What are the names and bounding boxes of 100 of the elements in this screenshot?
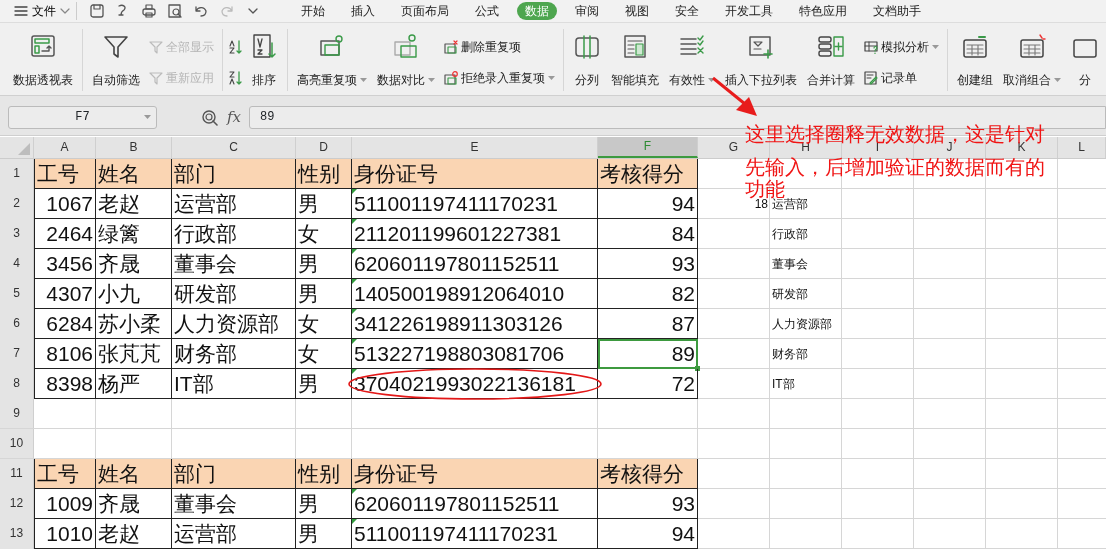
- column-title: 考核得分: [598, 459, 698, 489]
- funnel-icon: [102, 33, 130, 61]
- table-cell: 511001197411170231: [352, 189, 598, 219]
- table-cell: 董事会: [172, 249, 296, 279]
- table-cell: 3456: [34, 249, 96, 279]
- table-cell: 18: [754, 198, 768, 210]
- ungroup-icon: [1018, 33, 1046, 61]
- column-header[interactable]: L: [1078, 142, 1085, 153]
- ribbon-button[interactable]: 创建组: [954, 29, 996, 91]
- ribbon-tab[interactable]: 页面布局: [393, 2, 457, 20]
- ribbon-button[interactable]: 数据透视表: [10, 29, 76, 91]
- table-cell: 620601197801152511: [352, 249, 598, 279]
- ribbon-button[interactable]: 合并计算: [804, 29, 858, 91]
- table-cell: 男: [296, 519, 352, 549]
- table-cell: 84: [598, 219, 698, 249]
- file-menu-button[interactable]: 文件: [0, 2, 77, 20]
- ribbon-tab[interactable]: 文档助手: [865, 2, 929, 20]
- table-cell: 511001197411170231: [352, 519, 598, 549]
- table-cell: 张芃芃: [96, 339, 172, 369]
- column-header[interactable]: D: [319, 142, 328, 153]
- table-cell: 93: [598, 489, 698, 519]
- print-preview-icon[interactable]: [167, 3, 183, 19]
- dropdown-caret-icon: [932, 44, 939, 49]
- ribbon-button[interactable]: 分: [1068, 29, 1102, 91]
- ribbon-button[interactable]: 记录单: [862, 68, 941, 87]
- dropdown-caret-icon: [548, 75, 555, 80]
- ribbon-button[interactable]: 有效性: [666, 29, 718, 91]
- table-cell: 211201199601227381: [352, 219, 598, 249]
- row-number[interactable]: 13: [0, 519, 34, 549]
- ribbon-tab[interactable]: 开发工具: [717, 2, 781, 20]
- table-cell: 小九: [96, 279, 172, 309]
- name-box[interactable]: F7: [8, 106, 157, 129]
- table-cell: 94: [598, 189, 698, 219]
- table-cell: 男: [296, 279, 352, 309]
- ribbon-tab[interactable]: 插入: [343, 2, 383, 20]
- table-cell: 财务部: [772, 348, 808, 360]
- ribbon-button[interactable]: 模拟分析: [862, 37, 941, 56]
- dropdown-caret-icon: [428, 78, 435, 82]
- ribbon-tab[interactable]: 公式: [467, 2, 507, 20]
- table-cell: 男: [296, 369, 352, 399]
- ribbon-tab[interactable]: 视图: [617, 2, 657, 20]
- column-header[interactable]: G: [728, 142, 739, 153]
- row-number[interactable]: 8: [0, 369, 34, 399]
- save-icon[interactable]: [89, 3, 105, 19]
- column-header[interactable]: A: [60, 142, 69, 153]
- column-header[interactable]: C: [229, 142, 238, 153]
- ribbon-button[interactable]: 自动筛选: [89, 29, 143, 91]
- ribbon-button[interactable]: 取消组合: [1000, 29, 1064, 91]
- row-number[interactable]: 7: [0, 339, 34, 369]
- column-title: 姓名: [96, 159, 172, 189]
- table-cell: 运营部: [172, 189, 296, 219]
- table-cell: 男: [296, 489, 352, 519]
- column-title: 性别: [296, 159, 352, 189]
- row-number[interactable]: 11: [0, 459, 34, 489]
- ribbon-button[interactable]: 数据对比: [374, 29, 438, 91]
- ribbon-tab[interactable]: 开始: [293, 2, 333, 20]
- row-number[interactable]: 4: [0, 249, 34, 279]
- column-title: 性别: [296, 459, 352, 489]
- ribbon-button[interactable]: 删除重复项: [442, 37, 557, 56]
- column-header[interactable]: H: [801, 142, 810, 153]
- table-cell: 140500198912064010: [352, 279, 598, 309]
- row-number[interactable]: 9: [0, 399, 34, 428]
- sort-ascending-icon[interactable]: [229, 39, 243, 54]
- column-header[interactable]: K: [1017, 142, 1026, 153]
- column-title: 工号: [34, 459, 96, 489]
- print-icon[interactable]: [141, 3, 157, 19]
- table-cell[interactable]: 89: [598, 339, 698, 369]
- table-cell: 1009: [34, 489, 96, 519]
- row-number[interactable]: 10: [0, 429, 34, 458]
- function-label: fx: [227, 107, 241, 129]
- ribbon-button[interactable]: 插入下拉列表: [722, 29, 800, 91]
- table-cell: 人力资源部: [772, 318, 832, 330]
- row-number[interactable]: 6: [0, 309, 34, 339]
- table-cell: 女: [296, 339, 352, 369]
- table-cell: 老赵: [96, 519, 172, 549]
- ribbon-button[interactable]: 分列: [570, 29, 604, 91]
- column-header[interactable]: E: [470, 142, 479, 153]
- ribbon-button[interactable]: 智能填充: [608, 29, 662, 91]
- row-number[interactable]: 5: [0, 279, 34, 309]
- table-cell: 72: [598, 369, 698, 399]
- ribbon-tab[interactable]: 安全: [667, 2, 707, 20]
- ribbon-button[interactable]: 高亮重复项: [294, 29, 370, 91]
- ribbon-tab[interactable]: 审阅: [567, 2, 607, 20]
- row-number[interactable]: 12: [0, 489, 34, 519]
- row-number[interactable]: 3: [0, 219, 34, 249]
- remove-duplicates-icon: [444, 39, 458, 54]
- column-header[interactable]: B: [129, 142, 138, 153]
- filter-show-icon: [149, 39, 163, 54]
- ribbon-button[interactable]: 排序: [247, 29, 281, 91]
- row-number[interactable]: 1: [0, 159, 34, 189]
- column-header[interactable]: J: [946, 142, 953, 153]
- ribbon-tab[interactable]: 特色应用: [791, 2, 855, 20]
- zoom-icon[interactable]: [201, 108, 219, 127]
- row-number[interactable]: 2: [0, 189, 34, 219]
- table-cell: 男: [296, 189, 352, 219]
- sort-descending-icon[interactable]: [229, 70, 243, 85]
- table-cell: 2464: [34, 219, 96, 249]
- ribbon-button[interactable]: 拒绝录入重复项: [442, 68, 557, 87]
- annotation-text: 功能: [745, 179, 785, 200]
- dropdown-list-icon: [747, 33, 775, 61]
